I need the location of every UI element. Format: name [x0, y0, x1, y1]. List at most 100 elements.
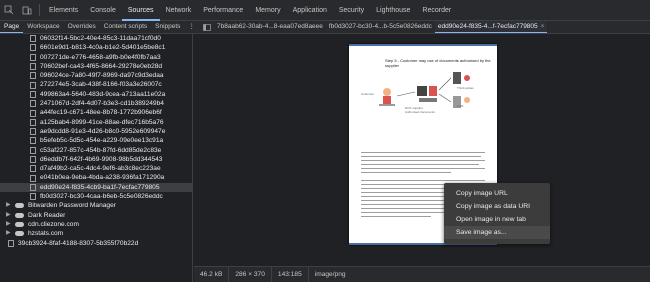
diagram-label-fulfil: Fulfil	[457, 104, 464, 108]
tree-group-hzstats[interactable]: ▶ hzstats.com	[0, 229, 192, 238]
file-label: edd90e24-f835-4cb9-ba1f-7ecfac779805	[40, 183, 160, 191]
cloud-icon	[15, 203, 24, 209]
file-label: 70602bef-ca43-4f65-8664-29278e0eb28d	[40, 62, 163, 70]
tab-security[interactable]: Security	[333, 0, 370, 21]
file-icon	[30, 100, 36, 108]
menu-copy-image-data-uri[interactable]: Copy image as data URI	[444, 200, 550, 213]
file-label: 007271de-e776-4658-a9fb-b0e4f0fb7aa3	[40, 53, 161, 61]
file-icon	[30, 137, 36, 145]
tree-file[interactable]: 272274e5-3cab-438f-8166-f03a3e26007c	[0, 80, 192, 89]
file-navigator: 06032f14-5bc2-40e4-85c3-11daa71cf0d0 660…	[0, 34, 193, 282]
file-icon	[30, 90, 36, 98]
image-dimensions: 286 × 370	[229, 266, 272, 282]
file-label: 096024ce-7a80-49f7-8969-da97c9d3edaa	[40, 72, 164, 80]
tab-elements[interactable]: Elements	[43, 0, 84, 21]
subtab-workspace[interactable]: Workspace	[23, 21, 63, 33]
inspect-element-icon[interactable]	[0, 0, 18, 21]
subtab-overrides[interactable]: Overrides	[64, 21, 100, 33]
tree-group-dark-reader[interactable]: ▶ Dark Reader	[0, 211, 192, 220]
file-icon	[30, 109, 36, 117]
more-options-icon[interactable]: ⋮	[184, 21, 199, 33]
group-label: Dark Reader	[28, 211, 66, 219]
file-tab-active[interactable]: edd90e24-f835-4...f-7ecfac779805 ×	[434, 21, 548, 33]
process-diagram	[379, 72, 470, 108]
tree-file[interactable]: 2471067d-2df4-4d07-b3e3-cd1b389249b4	[0, 99, 192, 108]
file-label: a125bab4-8999-41ce-88ae-dfec716b5a76	[40, 118, 164, 126]
tab-console[interactable]: Console	[84, 0, 122, 21]
subtab-page[interactable]: Page	[0, 21, 24, 33]
file-label: 39cb3924-8faf-4188-8307-5b355f70b22d	[18, 239, 139, 247]
editor-tabs: 7b8aab62-30ab-4...8-eaa07ed8aeee fb0d302…	[200, 21, 650, 33]
file-icon	[30, 72, 36, 80]
image-ratio: 143:185	[272, 266, 309, 282]
tree-group-cdn[interactable]: ▶ cdn.cliezone.com	[0, 220, 192, 229]
file-label: d7af49b2-ca5c-4dc4-9ef6-ab3c8ec223ae	[40, 165, 161, 173]
menu-open-image-new-tab[interactable]: Open image in new tab	[444, 213, 550, 226]
tree-group-bitwarden[interactable]: ▶ Bitwarden Password Manager	[0, 201, 192, 210]
tab-sources[interactable]: Sources	[121, 0, 160, 21]
tree-file-selected[interactable]: edd90e24-f835-4cb9-ba1f-7ecfac779805	[0, 182, 192, 193]
image-mime: image/png	[314, 270, 346, 278]
file-icon	[30, 183, 36, 191]
tree-file[interactable]: 6601e9d1-b813-4c0a-b1e2-5d401e5be8c1	[0, 43, 192, 52]
chevron-right-icon[interactable]: ▶	[6, 211, 12, 220]
menu-save-image-as[interactable]: Save image as...	[444, 226, 550, 239]
file-label: ae9dcdd8-91e3-4d26-b8c0-5952e609947e	[40, 127, 166, 135]
image-preview-pane: Step 5 - Customer may use of documents a…	[194, 34, 650, 266]
file-tab-label: 7b8aab62-30ab-4...8-eaa07ed8aeee	[217, 23, 323, 30]
file-icon	[30, 81, 36, 89]
tree-file[interactable]: d6eddb7f-642f-4b69-9908-98b5dd344543	[0, 155, 192, 164]
tree-file[interactable]: 096024ce-7a80-49f7-8969-da97c9d3edaa	[0, 71, 192, 80]
sidebar-toggle-icon[interactable]	[200, 21, 214, 33]
tab-performance[interactable]: Performance	[197, 0, 249, 21]
file-icon	[30, 44, 36, 52]
tree-file[interactable]: d7af49b2-ca5c-4dc4-9ef6-ab3c8ec223ae	[0, 164, 192, 173]
context-menu: Copy image URL Copy image as data URI Op…	[444, 183, 550, 244]
tree-file[interactable]: fb0d3027-bc30-4caa-b6eb-5c5e0826eddc	[0, 192, 192, 201]
tab-application[interactable]: Application	[287, 0, 333, 21]
chevron-right-icon[interactable]: ▶	[6, 220, 12, 229]
image-size: 46.2 kB	[194, 266, 230, 282]
subtab-snippets[interactable]: Snippets	[151, 21, 184, 33]
header-bar	[349, 44, 497, 46]
cloud-icon	[15, 212, 24, 218]
text-line	[361, 156, 481, 157]
tab-recorder[interactable]: Recorder	[416, 0, 457, 21]
tab-lighthouse[interactable]: Lighthouse	[370, 0, 416, 21]
menu-copy-image-url[interactable]: Copy image URL	[444, 187, 550, 200]
tab-memory[interactable]: Memory	[249, 0, 286, 21]
file-tab-label: edd90e24-f835-4...f-7ecfac779805	[437, 22, 538, 30]
tree-file[interactable]: 70602bef-ca43-4f65-8664-29278e0eb28d	[0, 62, 192, 71]
text-line	[361, 172, 451, 173]
device-toolbar-icon[interactable]	[18, 0, 36, 21]
tree-file[interactable]: a125bab4-8999-41ce-88ae-dfec716b5a76	[0, 118, 192, 127]
subtab-content-scripts[interactable]: Content scripts	[100, 21, 151, 33]
tree-file[interactable]: c53af227-857c-454b-87fd-6dd85de2c83e	[0, 146, 192, 155]
file-label: b5efeb5c-5d5c-454e-a229-09e0ee13c91a	[40, 137, 164, 145]
close-icon[interactable]: ×	[541, 21, 545, 33]
tree-file[interactable]: 007271de-e776-4658-a9fb-b0e4f0fb7aa3	[0, 53, 192, 62]
file-icon	[8, 239, 14, 247]
tree-file[interactable]: ae9dcdd8-91e3-4d26-b8c0-5952e609947e	[0, 127, 192, 136]
status-bar: 46.2 kB 286 × 370 143:185 image/png	[194, 266, 650, 282]
devtools-toolbar: Elements Console Sources Network Perform…	[0, 0, 650, 21]
tree-file[interactable]: a44fec19-c671-48ee-8b78-1772b906eb6f	[0, 108, 192, 117]
group-label: Bitwarden Password Manager	[28, 202, 116, 210]
chevron-right-icon[interactable]: ▶	[6, 201, 12, 210]
file-icon	[30, 174, 36, 182]
tree-file[interactable]: e041b0ea-9eba-4bda-a238-936fa171290a	[0, 173, 192, 182]
tree-file[interactable]: 499863a4-5640-483d-9cea-a713aa11e02a	[0, 90, 192, 99]
file-label: 499863a4-5640-483d-9cea-a713aa11e02a	[40, 90, 166, 98]
file-label: 2471067d-2df4-4d07-b3e3-cd1b389249b4	[40, 100, 164, 108]
tree-file-last[interactable]: 39cb3924-8faf-4188-8307-5b355f70b22d	[0, 239, 192, 248]
tab-network[interactable]: Network	[160, 0, 198, 21]
tree-file[interactable]: 06032f14-5bc2-40e4-85c3-11daa71cf0d0	[0, 34, 192, 43]
chevron-right-icon[interactable]: ▶	[6, 229, 12, 238]
file-tab[interactable]: 7b8aab62-30ab-4...8-eaa07ed8aeee	[214, 21, 326, 33]
file-label: c53af227-857c-454b-87fd-6dd85de2c83e	[40, 146, 162, 154]
file-tab[interactable]: fb0d3027-bc30-4...b-5c5e0826eddc	[326, 21, 435, 33]
text-line	[361, 180, 485, 181]
cloud-icon	[15, 222, 24, 228]
file-icon	[30, 193, 36, 201]
tree-file[interactable]: b5efeb5c-5d5c-454e-a229-09e0ee13c91a	[0, 136, 192, 145]
